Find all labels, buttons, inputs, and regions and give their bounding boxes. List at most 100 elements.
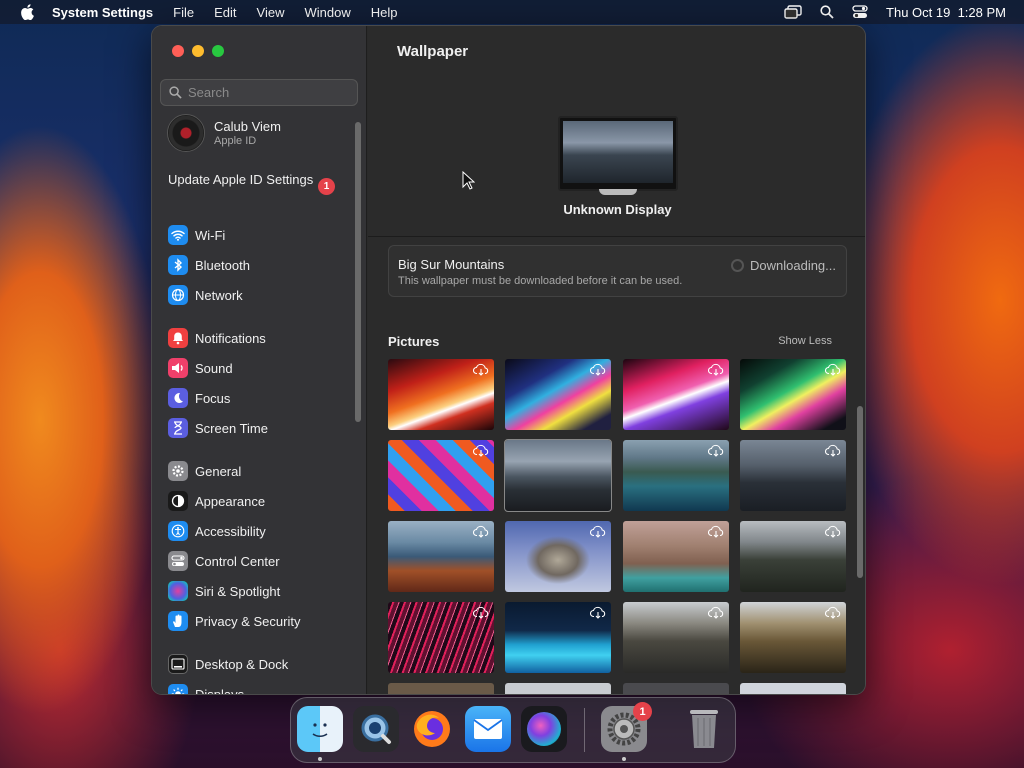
- sidebar-item-general[interactable]: General: [168, 460, 241, 482]
- sidebar-item-label: General: [195, 463, 242, 479]
- wifi-icon: [168, 225, 188, 245]
- download-status: Downloading...: [731, 258, 836, 273]
- sidebar-item-notifications[interactable]: Notifications: [168, 327, 266, 349]
- cloud-download-icon: [590, 525, 606, 538]
- wallpaper-thumb[interactable]: [505, 602, 611, 673]
- screen-mirroring-icon[interactable]: [784, 5, 802, 19]
- apple-icon[interactable]: [20, 4, 34, 20]
- wallpaper-thumb[interactable]: [740, 359, 846, 430]
- update-apple-id-settings[interactable]: Update Apple ID Settings: [168, 172, 338, 188]
- sidebar-item-focus[interactable]: Focus: [168, 387, 230, 409]
- sidebar-item-privacy-security[interactable]: Privacy & Security: [168, 610, 300, 632]
- firefox-icon[interactable]: [409, 706, 455, 752]
- mouse-cursor-icon: [462, 171, 475, 190]
- wallpaper-thumb[interactable]: [388, 683, 494, 694]
- dock: 1: [290, 697, 736, 763]
- sidebar-item-label: Privacy & Security: [195, 613, 301, 629]
- control-center-icon[interactable]: [852, 5, 868, 19]
- running-indicator: [318, 757, 322, 761]
- wallpaper-thumb[interactable]: [623, 683, 729, 694]
- sidebar-item-displays[interactable]: Displays: [168, 683, 244, 694]
- wallpaper-thumb[interactable]: [388, 359, 494, 430]
- sidebar-item-label: Control Center: [195, 553, 280, 569]
- wallpaper-thumb[interactable]: [623, 521, 729, 592]
- sidebar-item-network[interactable]: Network: [168, 284, 243, 306]
- close-button[interactable]: [172, 45, 184, 57]
- wallpaper-thumb[interactable]: [505, 521, 611, 592]
- sidebar-item-label: Accessibility: [195, 523, 266, 539]
- toggles-icon: [168, 551, 188, 571]
- sidebar-item-wifi[interactable]: Wi-Fi: [168, 224, 225, 246]
- sidebar-item-bluetooth[interactable]: Bluetooth: [168, 254, 250, 276]
- display-preview-wallpaper: [563, 121, 673, 183]
- search-input[interactable]: [188, 85, 348, 100]
- wallpaper-thumb[interactable]: [740, 440, 846, 511]
- sidebar-item-screen-time[interactable]: Screen Time: [168, 417, 268, 439]
- display-name: Unknown Display: [563, 202, 672, 217]
- wallpaper-thumb[interactable]: [623, 440, 729, 511]
- quicktime-icon[interactable]: [353, 706, 399, 752]
- wallpaper-thumb[interactable]: [388, 440, 494, 511]
- cloud-download-icon: [708, 444, 724, 457]
- cloud-download-icon: [473, 525, 489, 538]
- wallpaper-thumb[interactable]: [505, 359, 611, 430]
- settings-badge: 1: [633, 702, 652, 721]
- cloud-download-icon: [473, 363, 489, 376]
- show-less-button[interactable]: Show Less: [778, 335, 832, 347]
- spotlight-search-icon[interactable]: [820, 5, 834, 19]
- sidebar-item-control-center[interactable]: Control Center: [168, 550, 280, 572]
- zoom-button[interactable]: [212, 45, 224, 57]
- mail-icon[interactable]: [465, 706, 511, 752]
- sidebar-item-appearance[interactable]: Appearance: [168, 490, 265, 512]
- sidebar-item-label: Appearance: [195, 493, 266, 509]
- sidebar-scrollbar[interactable]: [355, 122, 361, 422]
- sidebar-item-label: Wi-Fi: [195, 227, 226, 243]
- wallpaper-thumb[interactable]: [623, 602, 729, 673]
- bluetooth-icon: [168, 255, 188, 275]
- current-wallpaper-box: Big Sur Mountains This wallpaper must be…: [388, 245, 847, 297]
- wallpaper-thumb[interactable]: [623, 359, 729, 430]
- menu-datetime[interactable]: Thu Oct 19 1:28 PM: [886, 5, 1006, 20]
- menu-app-name[interactable]: System Settings: [52, 5, 153, 20]
- apple-id-account[interactable]: Calub Viem Apple ID: [167, 114, 281, 152]
- system-settings-window: Calub Viem Apple ID Update Apple ID Sett…: [151, 25, 866, 695]
- menu-window[interactable]: Window: [304, 5, 350, 20]
- hourglass-icon: [168, 418, 188, 438]
- wallpaper-thumb-selected[interactable]: [504, 439, 612, 512]
- page-title: Wallpaper: [397, 43, 469, 60]
- accessibility-icon: [168, 521, 188, 541]
- menu-help[interactable]: Help: [371, 5, 398, 20]
- search-field[interactable]: [160, 79, 358, 106]
- hand-icon: [168, 611, 188, 631]
- sidebar-item-label: Siri & Spotlight: [195, 583, 281, 599]
- wallpaper-thumb[interactable]: [505, 683, 611, 694]
- cloud-download-icon: [708, 606, 724, 619]
- wallpaper-thumb[interactable]: [740, 683, 846, 694]
- trash-icon[interactable]: [681, 706, 727, 752]
- current-wallpaper-note: This wallpaper must be downloaded before…: [398, 275, 683, 287]
- sidebar-item-label: Sound: [195, 360, 233, 376]
- sidebar-item-desktop-dock[interactable]: Desktop & Dock: [168, 653, 288, 675]
- sidebar: Calub Viem Apple ID Update Apple ID Sett…: [152, 26, 367, 694]
- cloud-download-icon: [825, 606, 841, 619]
- sidebar-item-label: Network: [195, 287, 243, 303]
- wallpaper-thumb[interactable]: [740, 521, 846, 592]
- wallpaper-thumb[interactable]: [388, 521, 494, 592]
- menu-view[interactable]: View: [257, 5, 285, 20]
- sidebar-item-siri-spotlight[interactable]: Siri & Spotlight: [168, 580, 280, 602]
- update-badge: 1: [318, 178, 335, 195]
- menu-edit[interactable]: Edit: [214, 5, 236, 20]
- sidebar-item-label: Bluetooth: [195, 257, 250, 273]
- globe-icon: [168, 285, 188, 305]
- wallpaper-thumb[interactable]: [388, 602, 494, 673]
- menu-file[interactable]: File: [173, 5, 194, 20]
- sidebar-item-accessibility[interactable]: Accessibility: [168, 520, 266, 542]
- cloud-download-icon: [473, 444, 489, 457]
- current-wallpaper-name: Big Sur Mountains: [398, 257, 505, 272]
- main-scrollbar[interactable]: [857, 406, 863, 578]
- finder-icon[interactable]: [297, 706, 343, 752]
- sidebar-item-sound[interactable]: Sound: [168, 357, 233, 379]
- wallpaper-thumb[interactable]: [740, 602, 846, 673]
- siri-icon[interactable]: [521, 706, 567, 752]
- minimize-button[interactable]: [192, 45, 204, 57]
